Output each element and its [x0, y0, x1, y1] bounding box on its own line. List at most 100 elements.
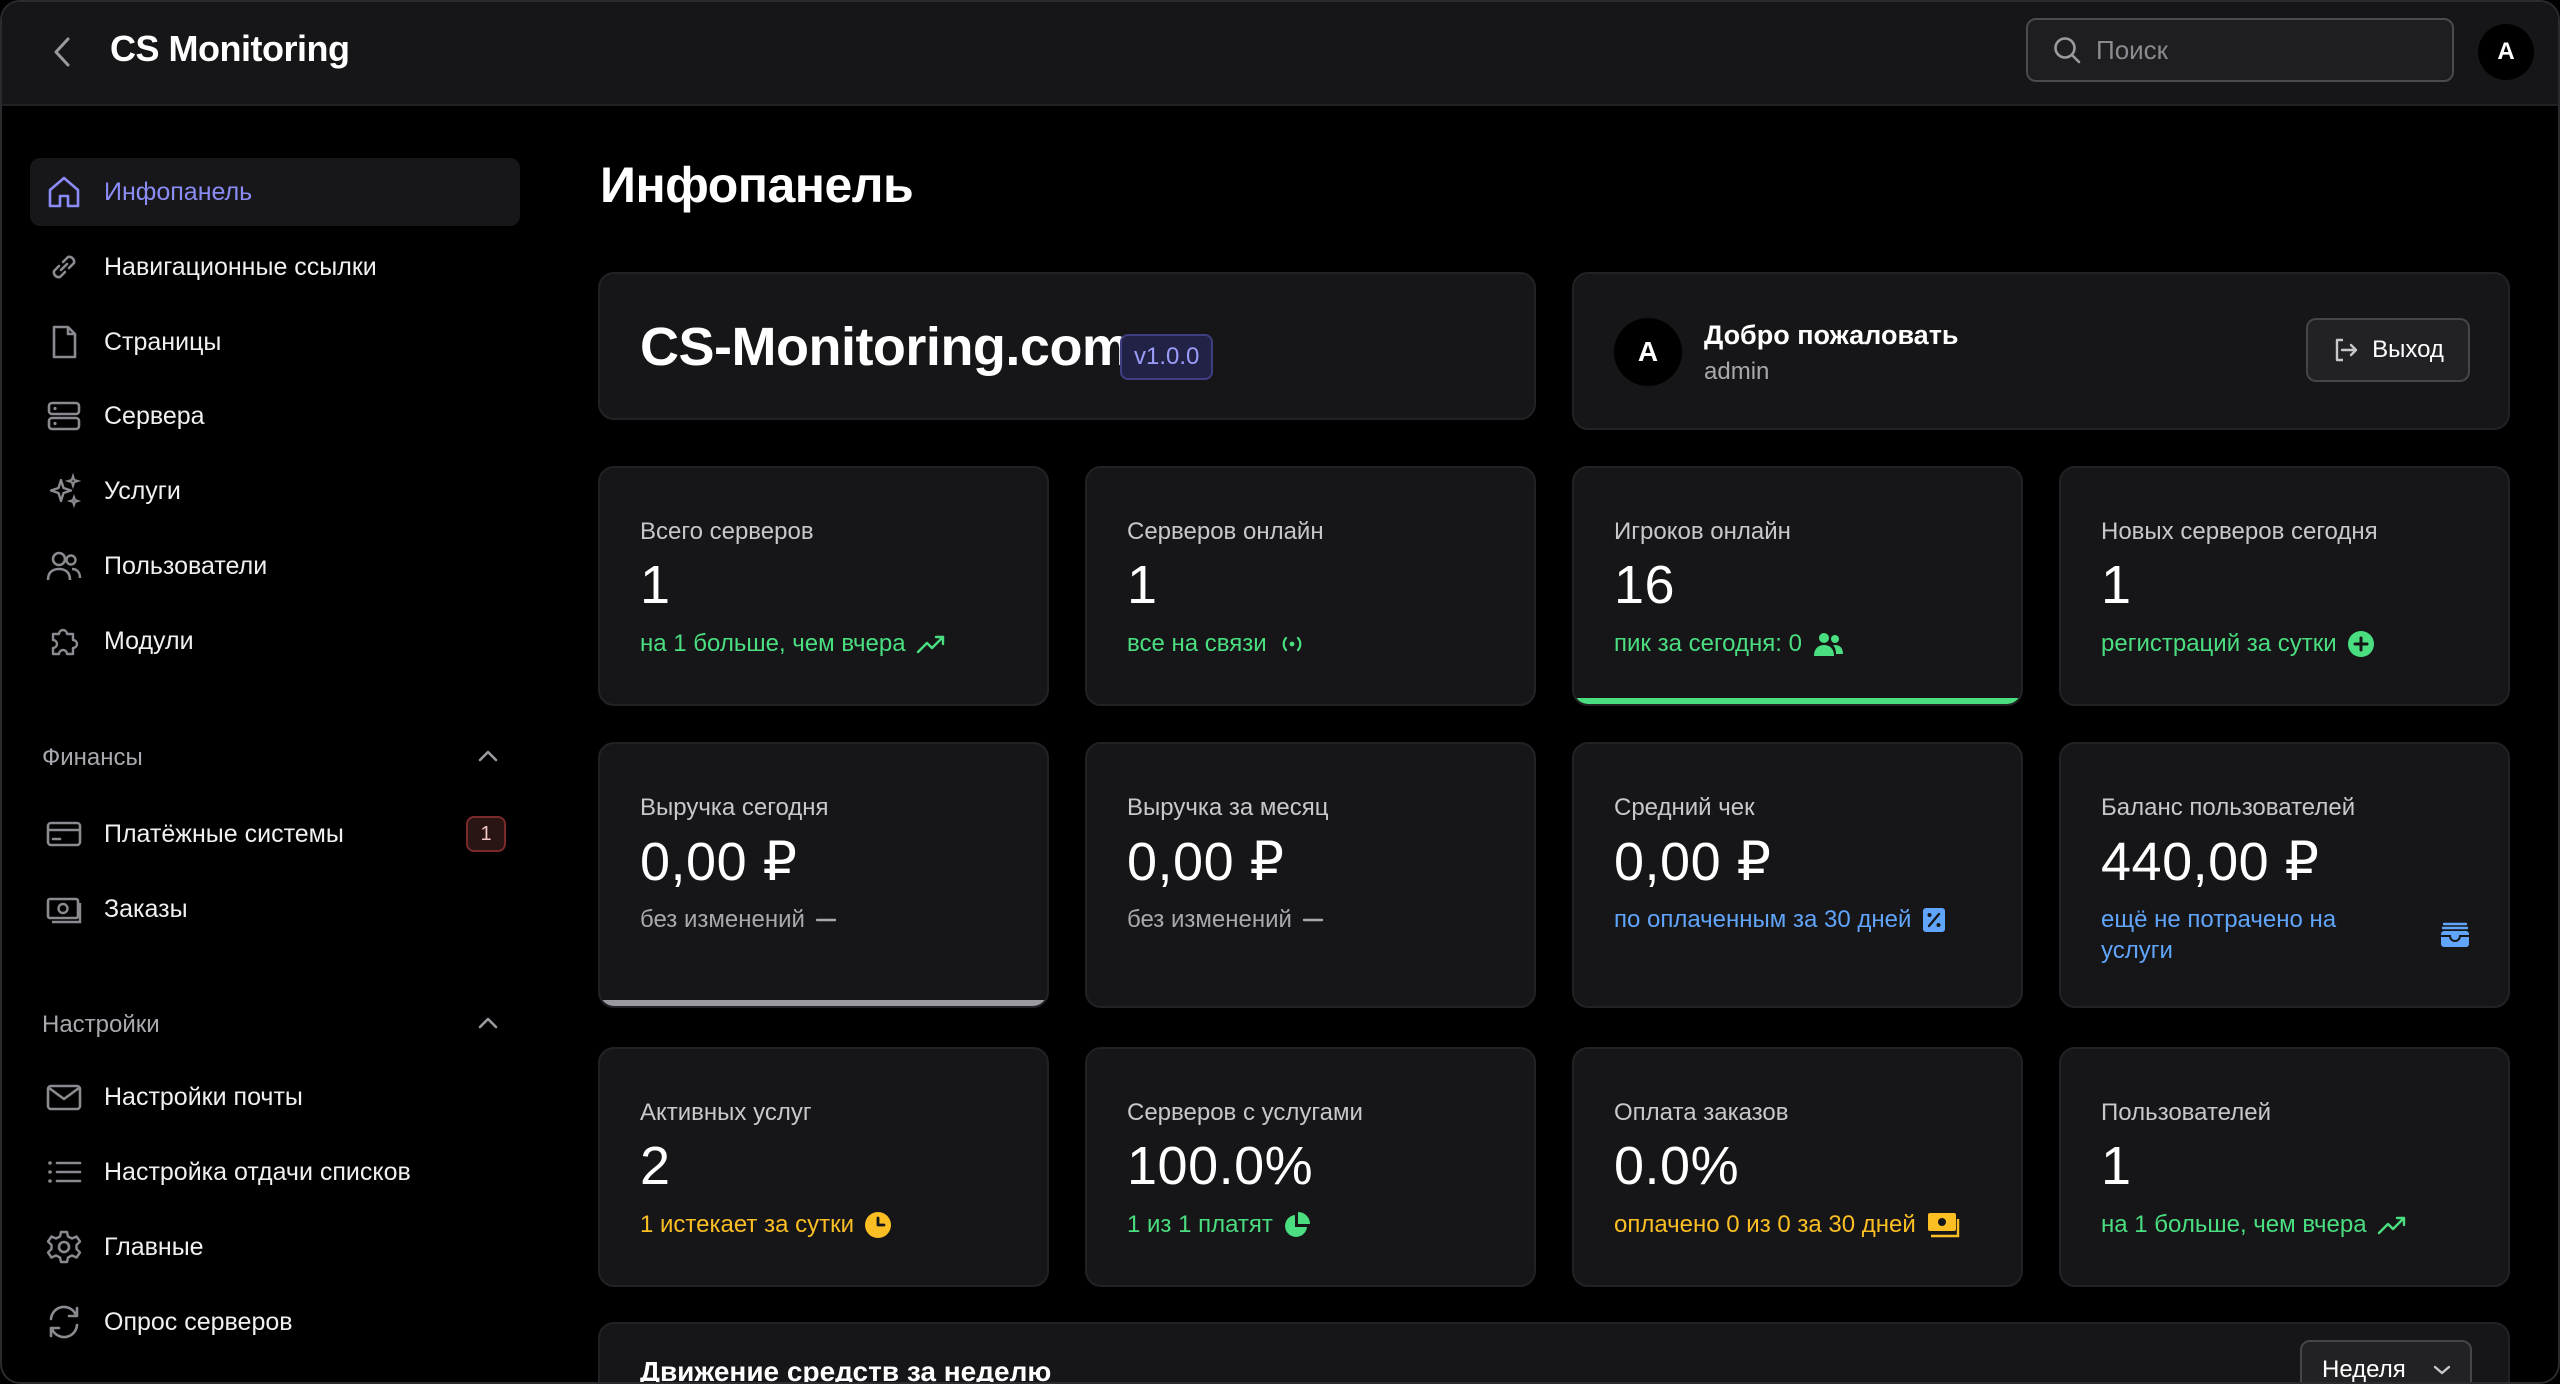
back-button[interactable]: [42, 32, 82, 72]
stat-label: Серверов с услугами: [1127, 1099, 1363, 1126]
sidebar-item-payment-systems[interactable]: Платёжные системы 1: [30, 800, 520, 868]
welcome-card: A Добро пожаловать admin Выход: [1572, 272, 2510, 430]
clock-icon: [864, 1211, 892, 1239]
pie-chart-icon: [1283, 1211, 1311, 1239]
user-avatar[interactable]: A: [2478, 24, 2534, 80]
stat-label: Пользователей: [2101, 1099, 2271, 1126]
stat-label: Оплата заказов: [1614, 1099, 1789, 1126]
stat-card: Средний чек 0,00 ₽ по оплаченным за 30 дне…: [1572, 742, 2023, 1008]
chevron-up-icon: [478, 1017, 498, 1029]
file-icon: [44, 322, 84, 362]
link-icon: [44, 247, 84, 287]
stat-label: Всего серверов: [640, 518, 814, 545]
stat-label: Выручка за месяц: [1127, 794, 1329, 821]
sidebar-item-label: Платёжные системы: [104, 819, 344, 848]
sidebar-item-label: Настройки почты: [104, 1082, 303, 1111]
stat-subtext: 1 истекает за сутки: [640, 1209, 892, 1240]
stat-card: Новых серверов сегодня 1 регистраций за су…: [2059, 466, 2510, 706]
stat-value: 1: [2101, 1136, 2132, 1196]
stat-subtext: оплачено 0 из 0 за 30 дней: [1614, 1209, 1960, 1240]
sidebar-item-servers[interactable]: Сервера: [30, 382, 520, 450]
sidebar-item-label: Настройка отдачи списков: [104, 1157, 411, 1186]
collapse-finance-button[interactable]: [474, 742, 502, 770]
logout-label: Выход: [2372, 336, 2444, 363]
stat-subtext-label: 1 истекает за сутки: [640, 1211, 854, 1238]
stat-card: Игроков онлайн 16 пик за сегодня: 0: [1572, 466, 2023, 706]
wallet-icon: [2439, 921, 2471, 949]
dash-icon: [815, 915, 837, 925]
home-icon: [44, 172, 84, 212]
sidebar-item-nav-links[interactable]: Навигационные ссылки: [30, 233, 520, 301]
progress-bar: [600, 1000, 1047, 1006]
logout-icon: [2335, 338, 2358, 362]
users-icon: [1812, 631, 1844, 657]
stat-subtext: 1 из 1 платят: [1127, 1209, 1311, 1240]
stat-label: Серверов онлайн: [1127, 518, 1324, 545]
sidebar-item-label: Страницы: [104, 327, 222, 356]
stat-subtext-label: регистраций за сутки: [2101, 630, 2337, 657]
stat-card: Серверов онлайн 1 все на связи: [1085, 466, 1536, 706]
sidebar-item-label: Модули: [104, 626, 194, 655]
sidebar-item-dashboard[interactable]: Инфопанель: [30, 158, 520, 226]
search-input[interactable]: [2096, 34, 2436, 66]
app-title: CS Monitoring: [110, 28, 350, 69]
stat-value: 1: [1127, 555, 1158, 615]
welcome-username: admin: [1704, 358, 1770, 385]
stat-card: Оплата заказов 0.0% оплачено 0 из 0 за 30 …: [1572, 1047, 2023, 1287]
stat-value: 440,00 ₽: [2101, 832, 2320, 892]
sidebar-item-orders[interactable]: Заказы: [30, 875, 520, 943]
puzzle-icon: [44, 621, 84, 661]
sidebar-item-modules[interactable]: Модули: [30, 607, 520, 675]
sidebar-item-pages[interactable]: Страницы: [30, 308, 520, 376]
stat-value: 1: [2101, 555, 2132, 615]
sidebar-item-services[interactable]: Услуги: [30, 457, 520, 525]
stat-label: Новых серверов сегодня: [2101, 518, 2378, 545]
stat-card: Баланс пользователей 440,00 ₽ ещё не потра…: [2059, 742, 2510, 1008]
collapse-settings-button[interactable]: [474, 1009, 502, 1037]
search-box[interactable]: [2026, 18, 2454, 82]
stat-value: 2: [640, 1136, 671, 1196]
version-badge: v1.0.0: [1120, 334, 1214, 380]
stat-value: 0,00 ₽: [640, 832, 798, 892]
banknote-icon: [44, 889, 84, 929]
stat-subtext: регистраций за сутки: [2101, 628, 2375, 659]
credit-card-icon: [44, 814, 84, 854]
stat-subtext-label: 1 из 1 платят: [1127, 1211, 1273, 1238]
sidebar-item-mail-settings[interactable]: Настройки почты: [30, 1063, 520, 1131]
stat-subtext-label: пик за сегодня: 0: [1614, 630, 1802, 657]
stat-subtext-label: по оплаченным за 30 дней: [1614, 906, 1912, 933]
period-select[interactable]: Неделя: [2300, 1340, 2472, 1382]
logout-button[interactable]: Выход: [2306, 318, 2470, 382]
stat-subtext-label: на 1 больше, чем вчера: [640, 630, 906, 657]
stat-subtext: без изменений: [640, 904, 837, 935]
brand-name: CS-Monitoring.com: [640, 317, 1130, 377]
stat-subtext-label: все на связи: [1127, 630, 1267, 657]
progress-fill: [600, 1000, 1047, 1006]
mail-icon: [44, 1077, 84, 1117]
stat-label: Средний чек: [1614, 794, 1755, 821]
trend-up-icon: [2377, 1214, 2407, 1236]
stat-subtext-label: без изменений: [640, 906, 805, 933]
sidebar: Инфопанель Навигационные ссылки Страницы…: [2, 108, 542, 1382]
stat-subtext: все на связи: [1127, 628, 1307, 659]
stat-subtext: пик за сегодня: 0: [1614, 628, 1844, 659]
sidebar-item-general[interactable]: Главные: [30, 1213, 520, 1281]
sidebar-item-list-output[interactable]: Настройка отдачи списков: [30, 1138, 520, 1206]
sidebar-item-label: Опрос серверов: [104, 1307, 293, 1336]
progress-fill: [1574, 698, 2021, 704]
stat-card: Выручка за месяц 0,00 ₽ без изменений: [1085, 742, 1536, 1008]
chevron-down-icon: [2433, 1365, 2450, 1375]
plus-circle-icon: [2347, 630, 2375, 658]
sidebar-item-users[interactable]: Пользователи: [30, 532, 520, 600]
welcome-title: Добро пожаловать: [1704, 320, 1959, 350]
sidebar-item-server-polling[interactable]: Опрос серверов: [30, 1288, 520, 1356]
top-bar: CS Monitoring A: [2, 2, 2558, 106]
stat-value: 100.0%: [1127, 1136, 1314, 1196]
stat-subtext-label: без изменений: [1127, 906, 1292, 933]
sparkles-icon: [44, 471, 84, 511]
trend-up-icon: [916, 633, 946, 655]
cash-flow-card: Движение средств за неделю Неделя: [598, 1322, 2510, 1382]
stat-value: 0,00 ₽: [1127, 832, 1285, 892]
stat-label: Баланс пользователей: [2101, 794, 2356, 821]
refresh-icon: [44, 1302, 84, 1342]
